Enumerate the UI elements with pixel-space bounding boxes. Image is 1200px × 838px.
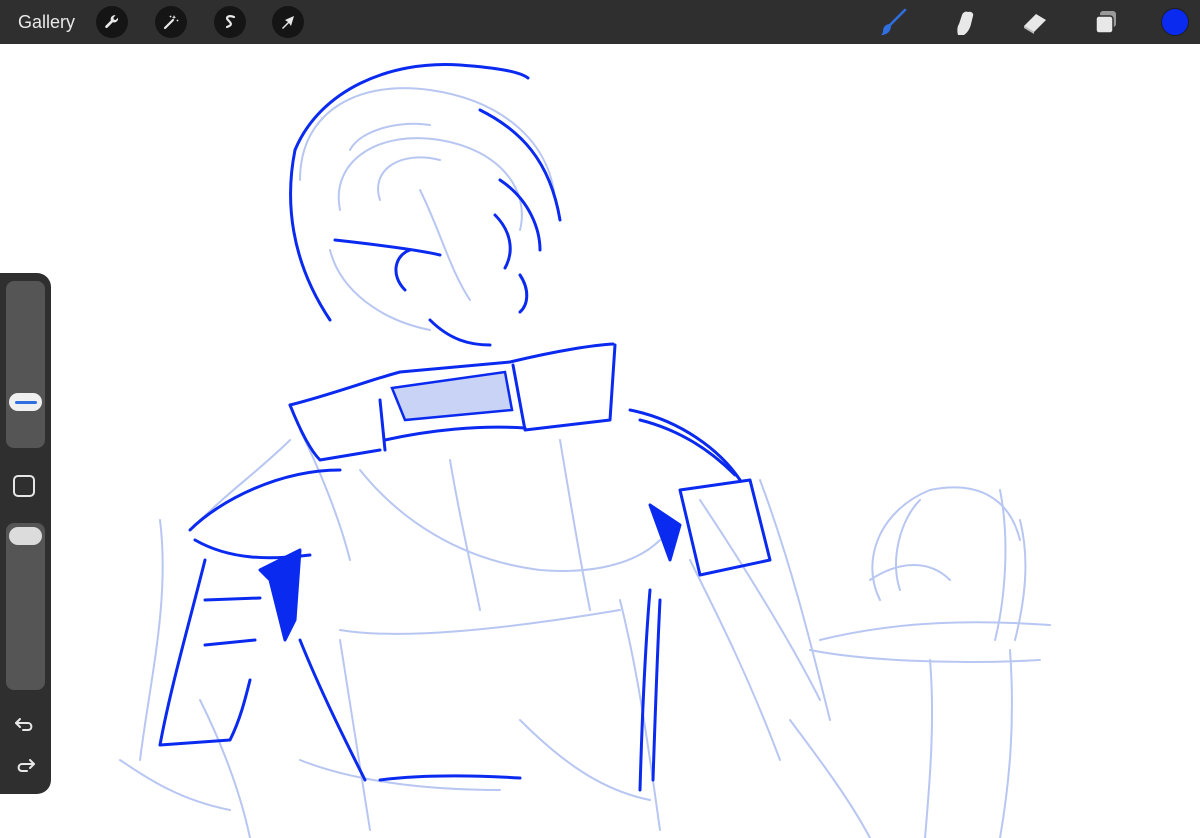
smudge-icon [957, 11, 974, 35]
layers-icon [1095, 11, 1116, 34]
drawing-canvas[interactable] [0, 44, 1200, 838]
brush-size-slider[interactable] [6, 281, 45, 448]
modify-button[interactable] [13, 475, 35, 497]
redo-button[interactable] [12, 753, 38, 779]
eraser-tool[interactable] [1019, 6, 1051, 38]
brush-tool[interactable] [877, 6, 909, 38]
smudge-tool[interactable] [948, 6, 980, 38]
brush-icon [881, 8, 907, 35]
magic-wand-icon [163, 15, 179, 30]
selection-s-icon [225, 15, 236, 29]
fill-layer [390, 370, 514, 422]
top-toolbar: Gallery [0, 0, 1200, 44]
color-picker-button[interactable] [1161, 8, 1189, 36]
wrench-icon [105, 15, 119, 28]
opacity-handle[interactable] [9, 527, 42, 545]
opacity-slider[interactable] [6, 523, 45, 690]
rough-sketch-layer [119, 87, 1051, 838]
arrow-cursor-icon [282, 16, 294, 29]
layers-tool[interactable] [1090, 6, 1122, 38]
actions-button[interactable] [96, 6, 128, 38]
selection-button[interactable] [214, 6, 246, 38]
line-art-layer [158, 62, 772, 792]
transform-button[interactable] [272, 6, 304, 38]
brush-size-handle[interactable] [9, 393, 42, 411]
adjustments-button[interactable] [155, 6, 187, 38]
left-sidebar [0, 273, 51, 794]
redo-icon [17, 759, 35, 772]
gallery-button[interactable]: Gallery [18, 12, 75, 33]
undo-icon [15, 718, 33, 731]
undo-button[interactable] [12, 711, 38, 737]
eraser-icon [1024, 14, 1046, 34]
